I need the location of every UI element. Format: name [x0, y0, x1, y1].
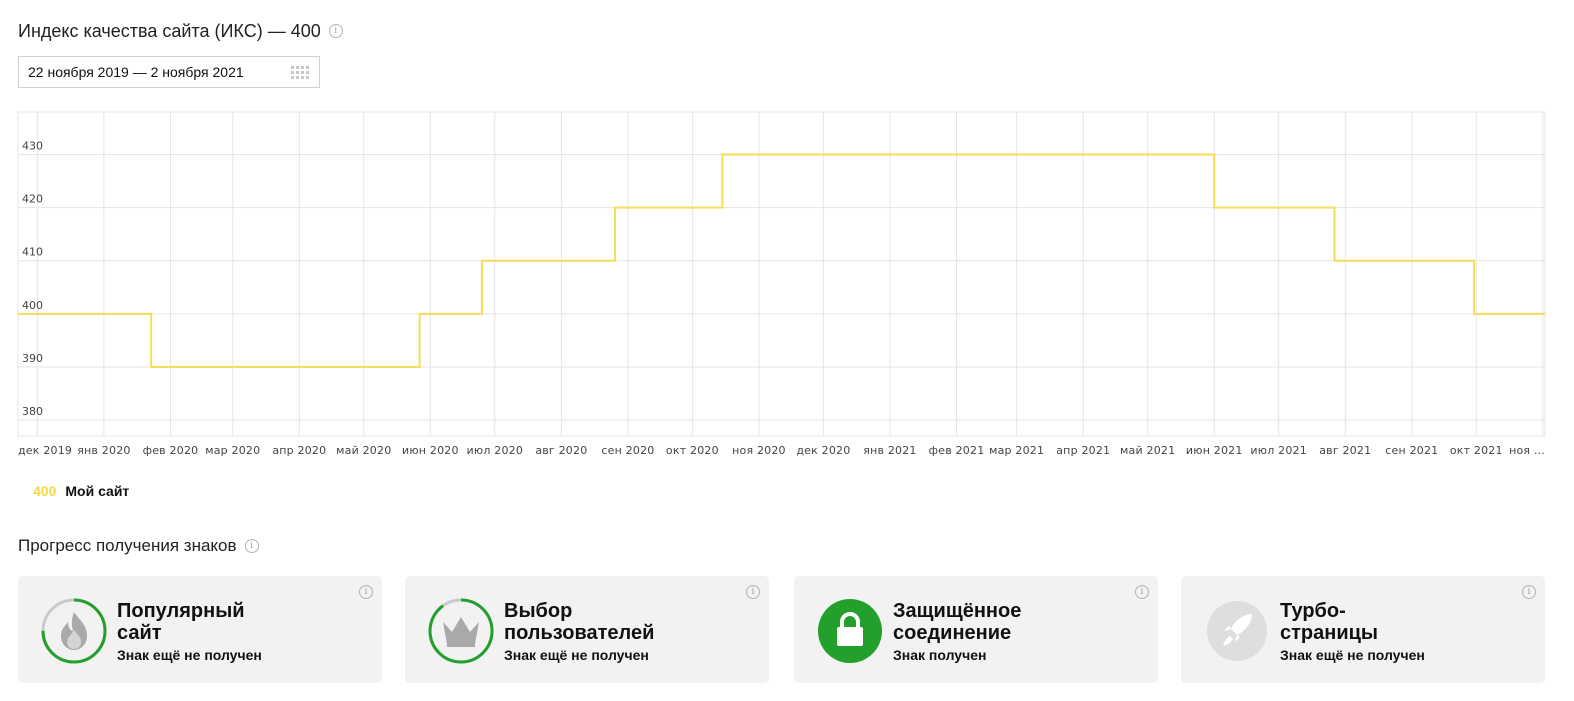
badge-cards: i Популярный сайт Знак ещё не получен i …: [18, 576, 1546, 683]
y-tick-label: 410: [22, 246, 43, 259]
chart-svg: дек 2019 янв 2020 фев 2020 мар 2020 апр 2020…: [17, 111, 1546, 457]
card-title: Турбо- страницы: [1280, 600, 1460, 644]
card-title-line: пользователей: [504, 622, 655, 644]
card-status: Знак ещё не получен: [504, 647, 649, 663]
card-title-line: Популярный: [117, 600, 245, 622]
info-icon[interactable]: i: [244, 539, 259, 553]
plot-area: [17, 111, 1546, 437]
page-title: Индекс качества сайта (ИКС) — 400: [18, 20, 321, 41]
y-tick-label: 420: [22, 193, 43, 206]
y-tick-label: 380: [22, 405, 43, 418]
card-status: Знак получен: [893, 647, 987, 663]
page-header: Индекс качества сайта (ИКС) — 400 i: [18, 18, 343, 44]
x-tick-label: фев 2021: [929, 444, 985, 457]
lock-icon: [818, 599, 882, 663]
x-tick-label: май 2021: [1120, 444, 1175, 457]
x-tick-label: ноя ...: [1509, 444, 1545, 457]
iks-chart[interactable]: дек 2019 янв 2020 фев 2020 мар 2020 апр 2020…: [0, 104, 1574, 464]
card-title: Популярный сайт: [117, 600, 297, 644]
x-tick-label: июл 2020: [467, 444, 524, 457]
badges-section-header: Прогресс получения знаков i: [18, 535, 259, 557]
card-status: Знак ещё не получен: [117, 647, 262, 663]
badge-card-secure-connection[interactable]: i Защищённое соединение Знак получен: [794, 576, 1158, 683]
legend-value: 400: [33, 483, 57, 499]
x-tick-label: июл 2021: [1250, 444, 1307, 457]
date-range-picker[interactable]: 22 ноября 2019 — 2 ноября 2021: [18, 56, 320, 88]
card-title: Выбор пользователей: [504, 600, 684, 644]
badge-card-users-choice[interactable]: i Выбор пользователей Знак ещё не получе…: [405, 576, 769, 683]
x-tick-label: май 2020: [336, 444, 391, 457]
x-tick-label: авг 2021: [1319, 444, 1371, 457]
info-icon[interactable]: i: [328, 24, 343, 38]
x-tick-label: янв 2021: [863, 444, 916, 457]
y-tick-label: 390: [22, 352, 43, 365]
y-tick-label: 430: [22, 139, 43, 152]
crown-icon: [428, 598, 494, 664]
x-tick-label: июн 2021: [1186, 444, 1243, 457]
badge-card-turbo-pages[interactable]: i Турбо- страницы Знак ещё не получен: [1181, 576, 1545, 683]
x-tick-label: апр 2020: [272, 444, 326, 457]
x-tick-label: сен 2020: [601, 444, 654, 457]
calendar-icon[interactable]: [291, 66, 309, 80]
x-tick-label: июн 2020: [402, 444, 459, 457]
card-title-line: сайт: [117, 622, 162, 644]
rocket-icon: [1207, 601, 1267, 661]
x-tick-label: дек 2019: [18, 444, 72, 457]
x-tick-label: ноя 2020: [732, 444, 786, 457]
x-tick-label: янв 2020: [77, 444, 130, 457]
flame-icon: [41, 598, 107, 664]
card-status: Знак ещё не получен: [1280, 647, 1425, 663]
x-tick-label: авг 2020: [535, 444, 587, 457]
card-title-line: соединение: [893, 622, 1012, 644]
info-icon[interactable]: i: [746, 585, 760, 599]
x-tick-label: фев 2020: [143, 444, 199, 457]
x-tick-label: окт 2021: [1450, 444, 1503, 457]
card-title-line: Защищённое: [893, 600, 1022, 622]
x-tick-label: дек 2020: [796, 444, 850, 457]
section-title: Прогресс получения знаков: [18, 536, 237, 555]
card-title-line: Выбор: [504, 600, 573, 622]
chart-legend[interactable]: 400 Мой сайт: [33, 483, 129, 499]
x-tick-label: сен 2021: [1385, 444, 1438, 457]
info-icon[interactable]: i: [1522, 585, 1536, 599]
card-title-line: страницы: [1280, 622, 1379, 644]
x-tick-label: мар 2020: [205, 444, 260, 457]
legend-series-name: Мой сайт: [65, 483, 130, 499]
info-icon[interactable]: i: [1135, 585, 1149, 599]
x-tick-label: мар 2021: [989, 444, 1044, 457]
x-tick-label: окт 2020: [666, 444, 719, 457]
y-tick-label: 400: [22, 299, 43, 312]
badge-card-popular-site[interactable]: i Популярный сайт Знак ещё не получен: [18, 576, 382, 683]
card-title-line: Турбо-: [1280, 600, 1346, 622]
x-tick-label: апр 2021: [1056, 444, 1110, 457]
card-title: Защищённое соединение: [893, 600, 1073, 644]
date-range-value: 22 ноября 2019 — 2 ноября 2021: [28, 64, 244, 80]
info-icon[interactable]: i: [359, 585, 373, 599]
